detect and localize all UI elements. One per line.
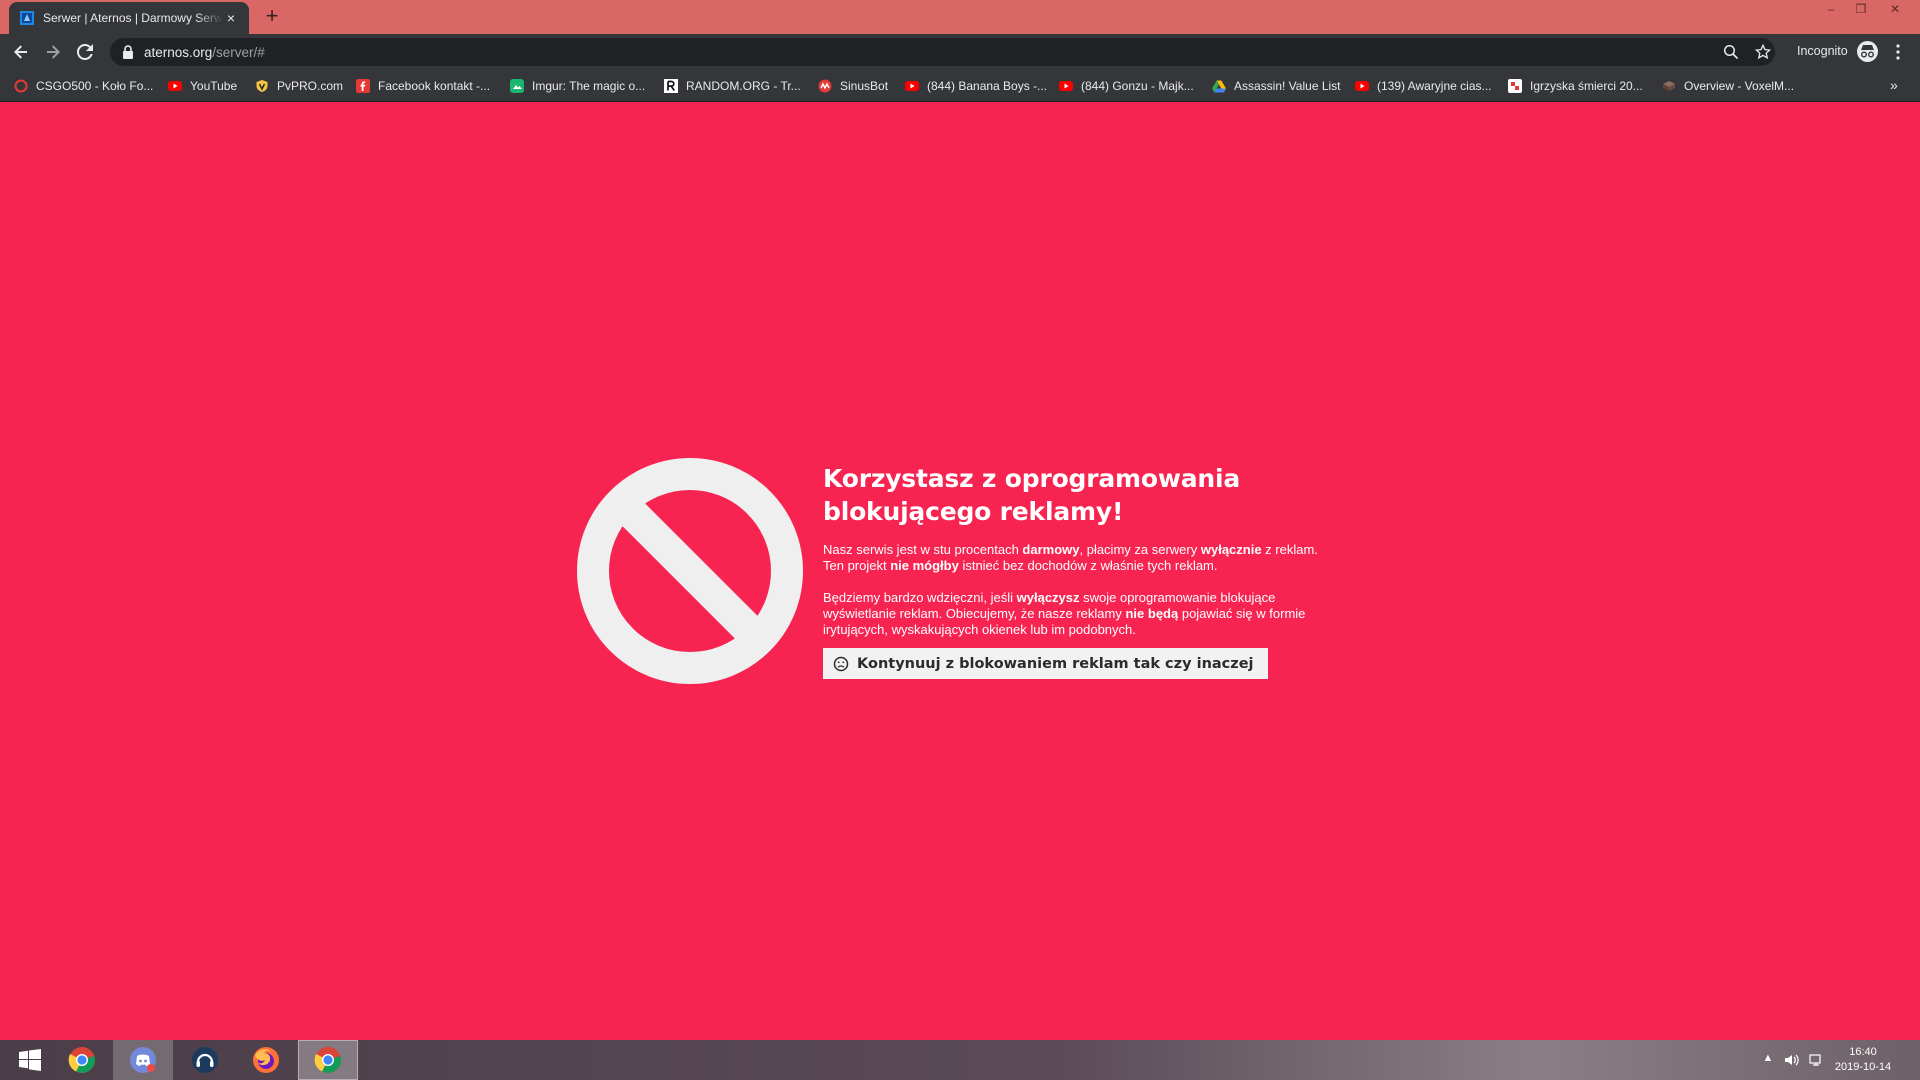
windows-taskbar: ▲ 16:40 2019-10-14	[0, 1040, 1920, 1080]
star-icon[interactable]	[1755, 44, 1771, 60]
clock-date: 2019-10-14	[1834, 1061, 1892, 1073]
taskbar-discord[interactable]	[113, 1040, 173, 1080]
bookmark-facebook[interactable]: Facebook kontakt -...	[356, 77, 490, 95]
bookmark-igrzyska[interactable]: Igrzyska śmierci 20...	[1508, 77, 1643, 95]
taskbar-chrome[interactable]	[52, 1040, 112, 1080]
firefox-icon	[253, 1047, 279, 1073]
continue-with-adblock-button[interactable]: Kontynuuj z blokowaniem reklam tak czy i…	[823, 648, 1268, 679]
taskbar-teamspeak[interactable]	[175, 1040, 235, 1080]
forward-button[interactable]	[41, 40, 65, 64]
youtube-icon	[1355, 81, 1369, 91]
block-prohibited-icon	[577, 458, 803, 684]
taskbar-firefox[interactable]	[236, 1040, 296, 1080]
window-close-button[interactable]: ✕	[1880, 0, 1910, 20]
sinusbot-icon	[818, 79, 832, 93]
youtube-icon	[905, 81, 919, 91]
zoom-icon[interactable]	[1723, 44, 1739, 60]
youtube-icon	[168, 81, 182, 91]
url-text: aternos.org/server/#	[144, 44, 265, 60]
arrow-right-icon	[47, 45, 60, 59]
tab-strip: Serwer | Aternos | Darmowy Serwer Minecr…	[0, 0, 1920, 34]
new-tab-button[interactable]: +	[260, 5, 284, 29]
igrzyska-icon	[1508, 79, 1522, 93]
chrome-icon	[314, 1047, 341, 1073]
adblock-paragraph-2: Będziemy bardzo wdzięczni, jeśli wyłączy…	[823, 590, 1306, 637]
csgo500-icon	[14, 79, 28, 93]
bookmark-voxelm[interactable]: Overview - VoxelM...	[1662, 77, 1794, 95]
restore-button[interactable]: ❐	[1846, 0, 1876, 20]
tray-overflow-chevron-up-icon[interactable]: ▲	[1760, 1052, 1776, 1068]
lock-icon	[123, 45, 133, 59]
bookmark-csgo500[interactable]: CSGO500 - Koło Fo...	[14, 77, 153, 95]
bookmark-random-org[interactable]: RANDOM.ORG - Tr...	[664, 77, 801, 95]
tab-aternos[interactable]: Serwer | Aternos | Darmowy Serwer Minecr…	[9, 2, 249, 34]
more-bookmarks-button[interactable]: »	[1890, 77, 1898, 93]
reload-button[interactable]	[73, 40, 97, 64]
page-content: Korzystasz z oprogramowania blokującego …	[0, 102, 1920, 1040]
bookmark-sinusbot[interactable]: SinusBot	[818, 77, 888, 95]
start-button[interactable]	[0, 1040, 60, 1080]
facebook-icon	[356, 79, 370, 93]
frown-face-icon	[833, 656, 849, 671]
adblock-notice: Korzystasz z oprogramowania blokującego …	[823, 462, 1333, 679]
bookmarks-bar: CSGO500 - Koło Fo... YouTube PvPRO.com F…	[0, 70, 1920, 102]
adblock-headline: Korzystasz z oprogramowania blokującego …	[823, 464, 1241, 526]
incognito-label: Incognito	[1797, 44, 1848, 58]
clock-time: 16:40	[1849, 1046, 1877, 1058]
imgur-icon	[510, 79, 524, 93]
pvpro-icon	[256, 80, 268, 92]
taskbar-clock[interactable]: 16:40 2019-10-14	[1818, 1045, 1908, 1075]
arrow-left-icon	[14, 45, 27, 59]
bookmark-banana-boys[interactable]: (844) Banana Boys -...	[905, 77, 1047, 95]
back-button[interactable]	[9, 40, 33, 64]
google-drive-icon	[1212, 80, 1226, 93]
reload-icon	[77, 44, 93, 60]
random-org-icon	[664, 79, 678, 93]
chrome-icon	[68, 1047, 95, 1073]
bookmark-imgur[interactable]: Imgur: The magic o...	[510, 77, 645, 95]
aternos-favicon-icon	[20, 11, 34, 25]
bookmark-awaryjne[interactable]: (139) Awaryjne cias...	[1355, 77, 1492, 95]
incognito-avatar[interactable]	[1857, 41, 1878, 62]
kebab-menu-icon[interactable]	[1890, 42, 1906, 62]
tab-title: Serwer | Aternos | Darmowy Serwer Minecr…	[43, 11, 223, 25]
taskbar-chrome-active[interactable]	[298, 1040, 358, 1080]
adblock-paragraph-1: Nasz serwis jest w stu procentach darmow…	[823, 542, 1318, 573]
bookmark-assassin[interactable]: Assassin! Value List	[1212, 77, 1341, 95]
minimize-button[interactable]: –	[1816, 0, 1846, 20]
browser-toolbar: aternos.org/server/# Incognito	[0, 34, 1920, 70]
bookmark-gonzu[interactable]: (844) Gonzu - Majk...	[1059, 77, 1194, 95]
discord-icon	[130, 1047, 156, 1073]
teamspeak-icon	[192, 1047, 218, 1073]
volume-icon[interactable]	[1783, 1052, 1799, 1068]
bookmark-pvpro[interactable]: PvPRO.com	[255, 77, 343, 95]
incognito-icon	[1860, 45, 1874, 58]
address-bar[interactable]: aternos.org/server/#	[110, 38, 1775, 66]
youtube-icon	[1059, 81, 1073, 91]
windows-start-icon	[19, 1049, 41, 1071]
tab-close-icon[interactable]: ×	[223, 10, 239, 26]
voxelm-icon	[1663, 81, 1675, 91]
bookmark-youtube[interactable]: YouTube	[168, 77, 237, 95]
